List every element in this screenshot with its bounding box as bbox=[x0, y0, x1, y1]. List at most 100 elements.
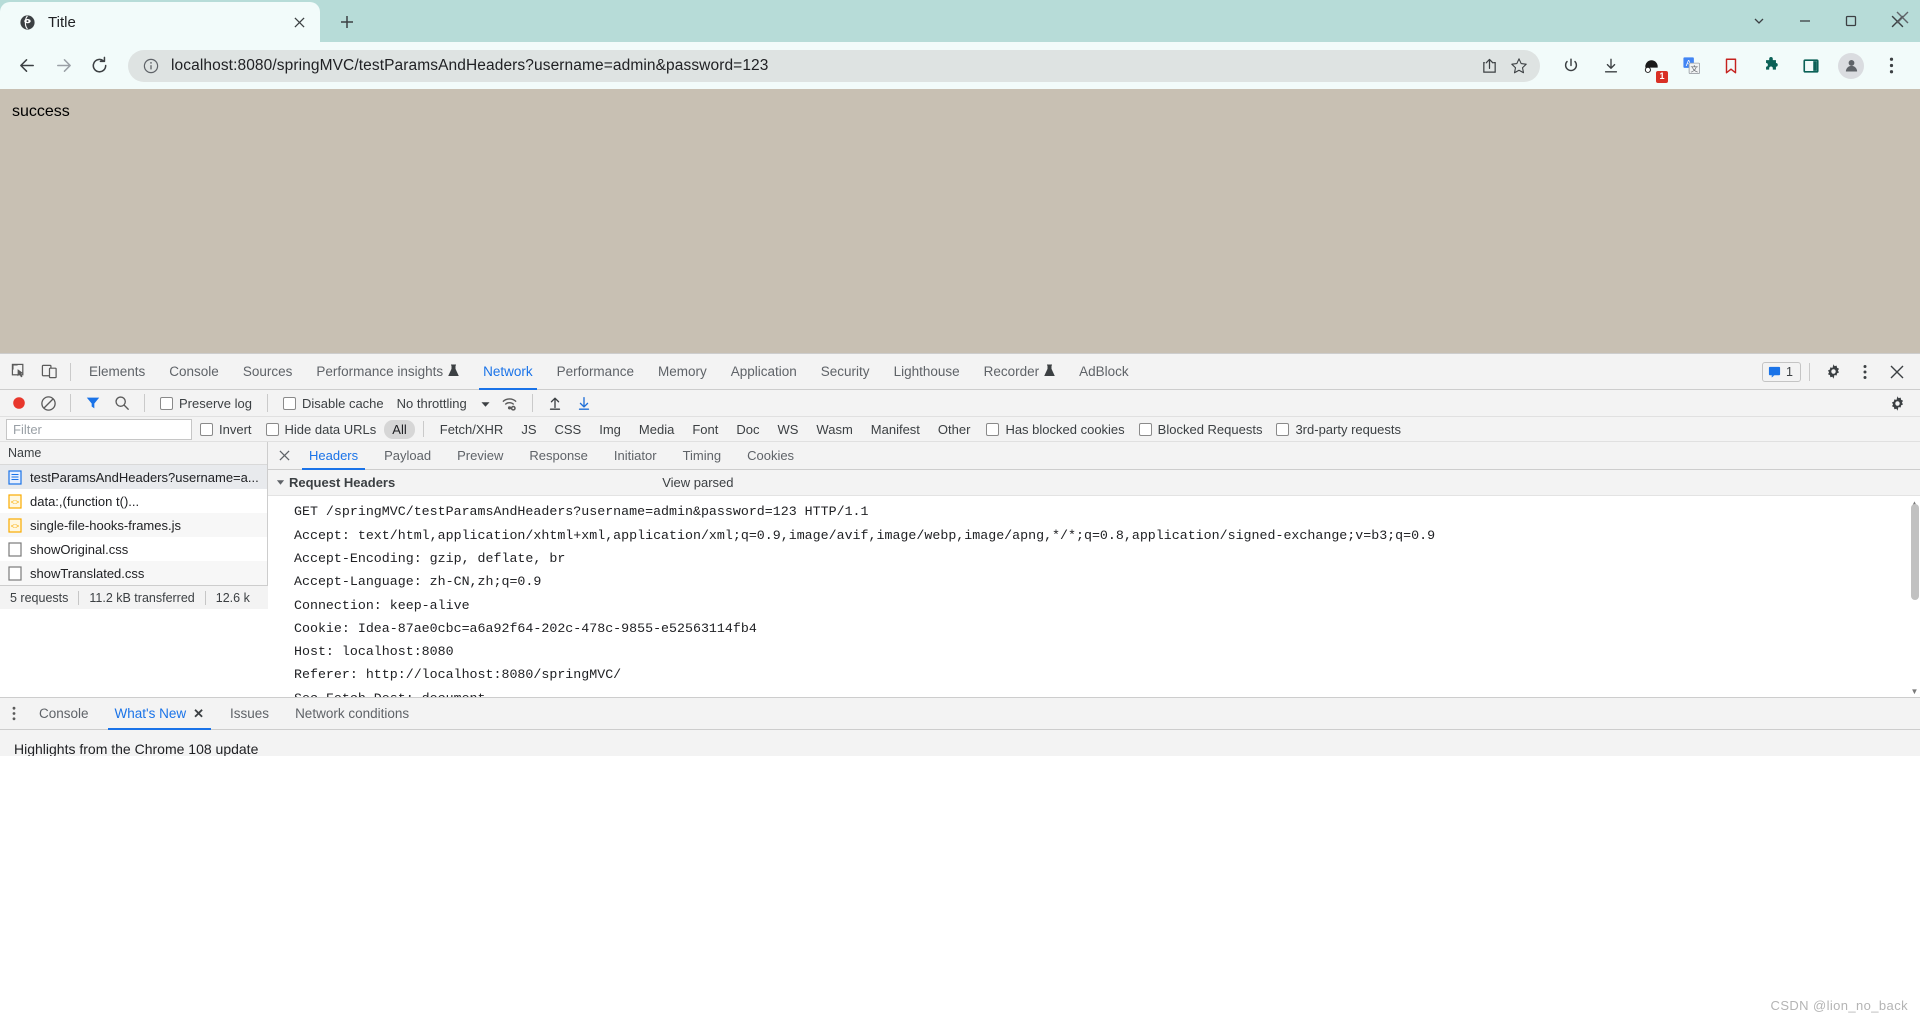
download-har-icon[interactable] bbox=[571, 390, 597, 416]
detail-tab-headers[interactable]: Headers bbox=[296, 442, 371, 470]
detail-close-icon[interactable] bbox=[272, 442, 296, 470]
side-panel-icon[interactable] bbox=[1795, 50, 1827, 82]
back-arrow-icon[interactable] bbox=[10, 49, 44, 83]
minimize-icon[interactable] bbox=[1782, 0, 1828, 42]
devtools-tab-recorder[interactable]: Recorder bbox=[972, 354, 1068, 390]
tab-label: Console bbox=[169, 364, 219, 379]
detail-tab-payload[interactable]: Payload bbox=[371, 442, 444, 470]
request-headers-header[interactable]: Request Headers View parsed bbox=[268, 470, 1920, 497]
message-count-badge[interactable]: 1 bbox=[1762, 361, 1801, 382]
maximize-icon[interactable] bbox=[1828, 0, 1874, 42]
filter-type-other[interactable]: Other bbox=[930, 420, 979, 439]
devtools-tab-adblock[interactable]: AdBlock bbox=[1067, 354, 1141, 390]
table-row[interactable]: <> single-file-hooks-frames.js bbox=[0, 513, 267, 538]
hide-data-urls-checkbox[interactable]: Hide data URLs bbox=[260, 422, 383, 437]
share-icon[interactable] bbox=[1474, 51, 1504, 81]
filter-input[interactable] bbox=[6, 418, 192, 440]
omnibox[interactable]: localhost:8080/springMVC/testParamsAndHe… bbox=[128, 49, 1540, 82]
extension-badge-icon[interactable]: 1 bbox=[1635, 50, 1668, 83]
star-icon[interactable] bbox=[1504, 51, 1534, 81]
device-toolbar-icon[interactable] bbox=[34, 357, 64, 387]
request-headers-lines: GET /springMVC/testParamsAndHeaders?user… bbox=[268, 496, 1920, 697]
detail-tab-response[interactable]: Response bbox=[516, 442, 601, 470]
download-icon[interactable] bbox=[1595, 50, 1627, 82]
table-row[interactable]: <> data:,(function t()... bbox=[0, 489, 267, 513]
inspect-element-icon[interactable] bbox=[4, 357, 34, 387]
filter-type-font[interactable]: Font bbox=[684, 420, 726, 439]
tab-close-icon[interactable] bbox=[288, 11, 310, 33]
throttling-dropdown[interactable]: No throttling bbox=[393, 396, 494, 411]
drawer-tab-console[interactable]: Console bbox=[26, 698, 102, 730]
has-blocked-cookies-checkbox[interactable]: Has blocked cookies bbox=[980, 422, 1130, 437]
filter-type-doc[interactable]: Doc bbox=[728, 420, 767, 439]
view-parsed-link[interactable]: View parsed bbox=[662, 475, 733, 490]
profile-avatar[interactable] bbox=[1835, 50, 1867, 82]
filter-type-all[interactable]: All bbox=[384, 419, 415, 439]
devtools-tab-performance[interactable]: Performance bbox=[545, 354, 646, 390]
filter-type-fetch-xhr[interactable]: Fetch/XHR bbox=[432, 420, 512, 439]
funnel-icon[interactable] bbox=[80, 390, 106, 416]
devtools-close-icon[interactable] bbox=[1882, 357, 1912, 387]
devtools-tab-elements[interactable]: Elements bbox=[77, 354, 157, 390]
devtools-kebab-menu-icon[interactable] bbox=[1850, 357, 1880, 387]
devtools-tab-sources[interactable]: Sources bbox=[231, 354, 305, 390]
filter-type-css[interactable]: CSS bbox=[547, 420, 590, 439]
detail-tab-preview[interactable]: Preview bbox=[444, 442, 516, 470]
drawer-tab-close-icon[interactable]: ✕ bbox=[193, 706, 204, 722]
gear-icon[interactable] bbox=[1818, 357, 1848, 387]
devtools-tab-performance-insights[interactable]: Performance insights bbox=[304, 354, 471, 390]
third-party-requests-checkbox[interactable]: 3rd-party requests bbox=[1270, 422, 1407, 437]
drawer-more-icon[interactable] bbox=[2, 699, 26, 729]
new-tab-button[interactable] bbox=[330, 5, 364, 39]
devtools-tab-network[interactable]: Network bbox=[471, 354, 545, 390]
table-row[interactable]: testParamsAndHeaders?username=a... bbox=[0, 465, 267, 490]
table-row[interactable]: showOriginal.css bbox=[0, 537, 267, 561]
preserve-log-checkbox[interactable]: Preserve log bbox=[154, 396, 258, 411]
power-icon[interactable] bbox=[1555, 50, 1587, 82]
tab-label: Elements bbox=[89, 364, 146, 379]
devtools-tab-console[interactable]: Console bbox=[157, 354, 231, 390]
drawer-tab-whats-new[interactable]: What's New ✕ bbox=[102, 698, 218, 730]
detail-tab-timing[interactable]: Timing bbox=[670, 442, 735, 470]
clear-no-entry-icon[interactable] bbox=[35, 390, 61, 416]
translate-icon[interactable]: A 文 bbox=[1675, 50, 1707, 82]
devtools-tab-memory[interactable]: Memory bbox=[646, 354, 719, 390]
detail-tab-cookies[interactable]: Cookies bbox=[734, 442, 807, 470]
scroll-down-arrow-icon[interactable]: ▼ bbox=[1910, 687, 1919, 696]
disable-cache-checkbox[interactable]: Disable cache bbox=[277, 396, 390, 411]
filter-type-media[interactable]: Media bbox=[631, 420, 682, 439]
devtools-tab-application[interactable]: Application bbox=[719, 354, 809, 390]
reload-icon[interactable] bbox=[82, 49, 116, 83]
bookmark-icon[interactable] bbox=[1715, 50, 1747, 82]
invert-checkbox[interactable]: Invert bbox=[194, 422, 258, 437]
drawer-tab-issues[interactable]: Issues bbox=[217, 698, 282, 730]
search-icon[interactable] bbox=[109, 390, 135, 416]
detail-tab-initiator[interactable]: Initiator bbox=[601, 442, 670, 470]
forward-arrow-icon[interactable] bbox=[46, 49, 80, 83]
upload-har-icon[interactable] bbox=[542, 390, 568, 416]
drawer-close-icon[interactable] bbox=[1892, 7, 1912, 27]
filter-type-manifest[interactable]: Manifest bbox=[863, 420, 928, 439]
filter-type-img[interactable]: Img bbox=[591, 420, 629, 439]
devtools-tab-security[interactable]: Security bbox=[809, 354, 882, 390]
message-count-text: 1 bbox=[1786, 364, 1793, 379]
devtools-tab-lighthouse[interactable]: Lighthouse bbox=[882, 354, 972, 390]
network-conditions-icon[interactable] bbox=[497, 390, 523, 416]
disclosure-triangle-icon[interactable] bbox=[276, 474, 285, 492]
page-viewport: success bbox=[0, 89, 1920, 353]
blocked-requests-checkbox[interactable]: Blocked Requests bbox=[1133, 422, 1269, 437]
info-circle-icon[interactable] bbox=[142, 57, 160, 75]
chevron-down-icon[interactable] bbox=[1736, 0, 1782, 42]
table-row[interactable]: showTranslated.css bbox=[0, 561, 267, 586]
record-circle-icon[interactable] bbox=[6, 390, 32, 416]
scrollbar-thumb[interactable] bbox=[1911, 504, 1919, 601]
kebab-menu-icon[interactable] bbox=[1875, 50, 1907, 82]
drawer-tab-network-conditions[interactable]: Network conditions bbox=[282, 698, 422, 730]
filter-type-wasm[interactable]: Wasm bbox=[808, 420, 860, 439]
filter-type-js[interactable]: JS bbox=[513, 420, 544, 439]
browser-tab[interactable]: Title bbox=[0, 2, 320, 42]
filter-type-ws[interactable]: WS bbox=[769, 420, 806, 439]
headers-scrollbar[interactable]: ▲ ▼ bbox=[1909, 498, 1920, 698]
puzzle-extensions-icon[interactable] bbox=[1755, 50, 1787, 82]
network-settings-gear-icon[interactable] bbox=[1884, 390, 1910, 416]
